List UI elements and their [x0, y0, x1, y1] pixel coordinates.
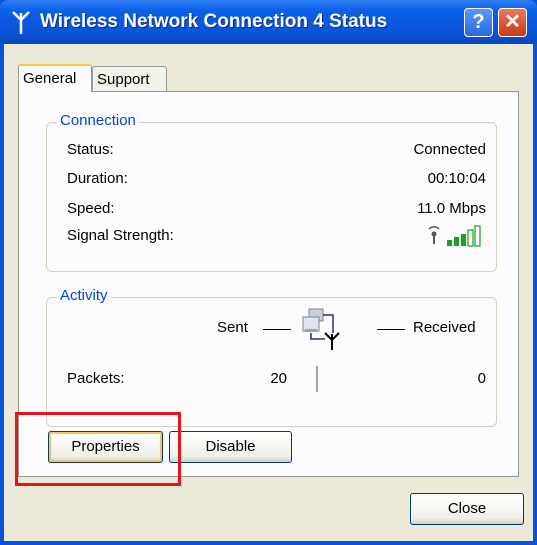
help-button[interactable]: ? [464, 8, 493, 37]
packets-divider [316, 366, 318, 392]
window-close-button[interactable]: ✕ [498, 8, 527, 37]
tab-support[interactable]: Support [92, 66, 167, 92]
connection-group: Connection Status: Connected Duration: 0… [46, 112, 497, 272]
network-activity-icon [302, 308, 340, 350]
speed-label: Speed: [67, 200, 115, 217]
red-highlight-box [15, 412, 181, 486]
activity-group: Activity Sent Received Packets: 20 0 [46, 287, 497, 427]
packets-label: Packets: [67, 370, 125, 387]
received-line [377, 329, 405, 330]
window-title: Wireless Network Connection 4 Status [40, 11, 388, 32]
status-row: Status: Connected [67, 141, 486, 161]
sent-line [263, 329, 291, 330]
speed-row: Speed: 11.0 Mbps [67, 200, 486, 220]
speed-value: 11.0 Mbps [417, 200, 486, 217]
tab-general[interactable]: General [18, 64, 92, 92]
antenna-icon [12, 11, 30, 34]
disable-button[interactable]: Disable [169, 431, 292, 463]
title-bar[interactable]: Wireless Network Connection 4 Status ? ✕ [0, 0, 537, 44]
dialog-window: Wireless Network Connection 4 Status ? ✕… [0, 0, 537, 545]
signal-strength-label: Signal Strength: [67, 227, 174, 244]
status-value: Connected [413, 141, 486, 158]
duration-value: 00:10:04 [427, 170, 486, 187]
status-label: Status: [67, 141, 114, 158]
packets-sent-value: 20 [270, 370, 287, 387]
close-button[interactable]: Close [410, 493, 524, 525]
sent-label: Sent [217, 319, 248, 336]
signal-strength-row: Signal Strength: [67, 225, 486, 247]
packets-received-value: 0 [477, 370, 486, 387]
activity-legend: Activity [57, 287, 111, 304]
duration-row: Duration: 00:10:04 [67, 170, 486, 190]
signal-strength-icon [428, 225, 481, 247]
duration-label: Duration: [67, 170, 128, 187]
received-label: Received [413, 319, 476, 336]
connection-legend: Connection [57, 112, 139, 129]
